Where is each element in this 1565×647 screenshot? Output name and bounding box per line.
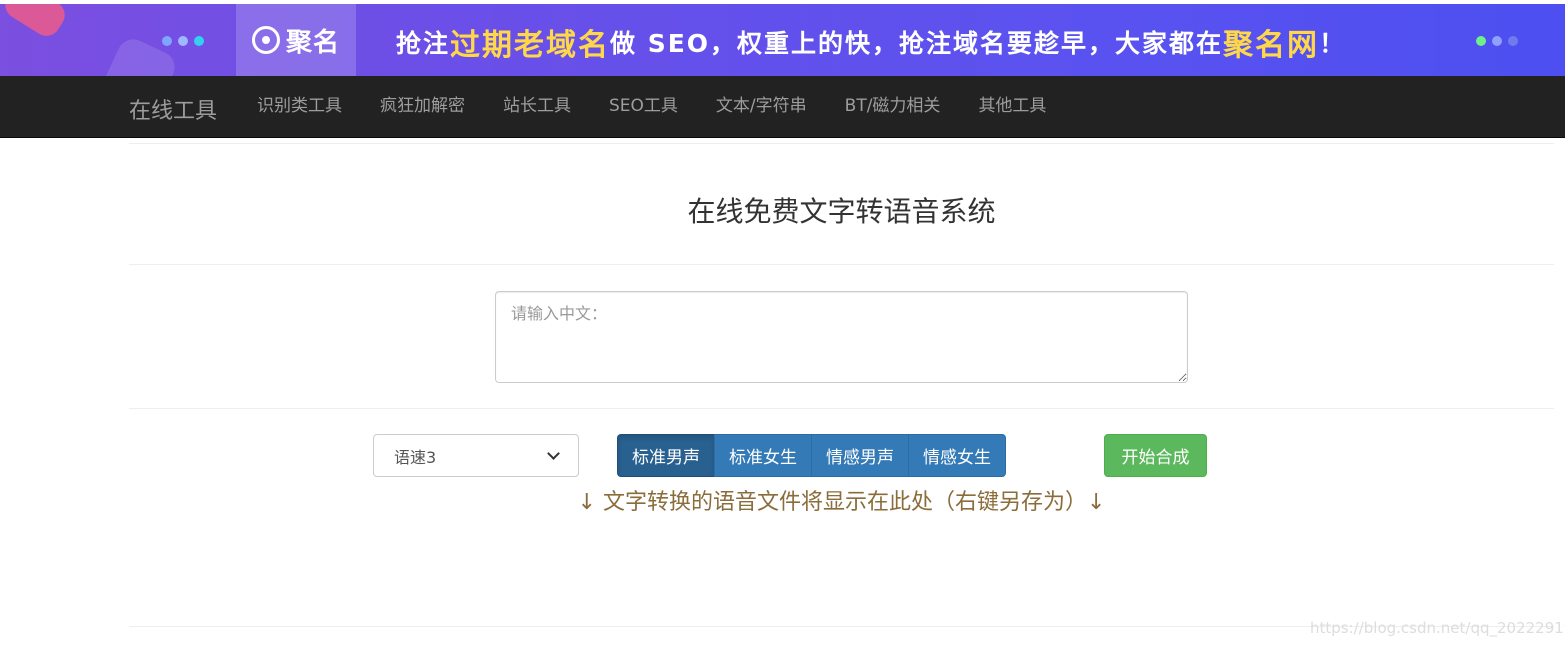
- audio-output-hint: ↓ 文字转换的语音文件将显示在此处（右键另存为）↓: [129, 484, 1554, 516]
- slogan-part: ！: [1319, 29, 1347, 58]
- juming-logo[interactable]: 聚名: [236, 4, 356, 76]
- page-title: 在线免费文字转语音系统: [129, 190, 1554, 230]
- banner-dots-left: [162, 36, 204, 46]
- slogan-highlight: 过期老域名: [450, 28, 611, 63]
- divider: [129, 264, 1554, 265]
- voice-standard-male-button[interactable]: 标准男声: [617, 434, 715, 477]
- voice-emotional-female-button[interactable]: 情感女生: [908, 434, 1006, 477]
- dot: [1492, 36, 1502, 46]
- slogan-highlight: 聚名网: [1223, 28, 1320, 63]
- voice-button-group: 标准男声 标准女生 情感男声 情感女生: [617, 434, 1006, 477]
- logo-text: 聚名: [285, 27, 340, 58]
- slogan-part: 抢注: [396, 29, 451, 58]
- divider: [129, 143, 1554, 144]
- dot: [178, 36, 188, 46]
- chinese-text-input[interactable]: [495, 291, 1188, 383]
- watermark: https://blog.csdn.net/qq_20222919: [1310, 619, 1565, 637]
- slogan-part: 做 SEO，权重上的快，抢注域名要趁早，大家都在: [610, 29, 1224, 58]
- dot: [1508, 36, 1518, 46]
- nav-item-encryption[interactable]: 疯狂加解密: [361, 76, 484, 138]
- ad-banner[interactable]: 聚名 抢注 过期老域名 做 SEO，权重上的快，抢注域名要趁早，大家都在 聚名网…: [0, 4, 1565, 76]
- dot: [162, 36, 172, 46]
- nav-item-bt-magnet[interactable]: BT/磁力相关: [826, 76, 960, 138]
- top-navbar: 在线工具 识别类工具 疯狂加解密 站长工具 SEO工具 文本/字符串 BT/磁力…: [0, 76, 1565, 138]
- speed-select-value: 语速3: [394, 447, 437, 467]
- banner-slogan: 抢注 过期老域名 做 SEO，权重上的快，抢注域名要趁早，大家都在 聚名网 ！: [396, 22, 1347, 63]
- page-title-text: 在线免费文字转语音系统: [687, 195, 996, 228]
- nav-item-webmaster-tools[interactable]: 站长工具: [484, 76, 590, 138]
- dot: [194, 36, 204, 46]
- nav-item-other-tools[interactable]: 其他工具: [959, 76, 1065, 138]
- voice-standard-female-button[interactable]: 标准女生: [714, 434, 812, 477]
- audio-output-hint-text: ↓ 文字转换的语音文件将显示在此处（右键另存为）↓: [577, 490, 1106, 515]
- chevron-down-icon: [547, 446, 560, 460]
- start-synthesis-button[interactable]: 开始合成: [1104, 434, 1207, 477]
- voice-emotional-male-button[interactable]: 情感男声: [811, 434, 909, 477]
- divider: [129, 408, 1554, 409]
- nav-menu: 识别类工具 疯狂加解密 站长工具 SEO工具 文本/字符串 BT/磁力相关 其他…: [238, 76, 1065, 138]
- banner-decoration-shape: [0, 4, 70, 42]
- nav-item-recognition-tools[interactable]: 识别类工具: [238, 76, 361, 138]
- navbar-brand[interactable]: 在线工具: [129, 93, 217, 125]
- juming-logo-icon: [251, 26, 280, 54]
- banner-dots-right: [1476, 36, 1518, 46]
- dot: [1476, 36, 1486, 46]
- nav-item-seo-tools[interactable]: SEO工具: [590, 76, 697, 138]
- speed-select[interactable]: 语速3: [373, 434, 579, 477]
- nav-item-text-string[interactable]: 文本/字符串: [697, 76, 826, 138]
